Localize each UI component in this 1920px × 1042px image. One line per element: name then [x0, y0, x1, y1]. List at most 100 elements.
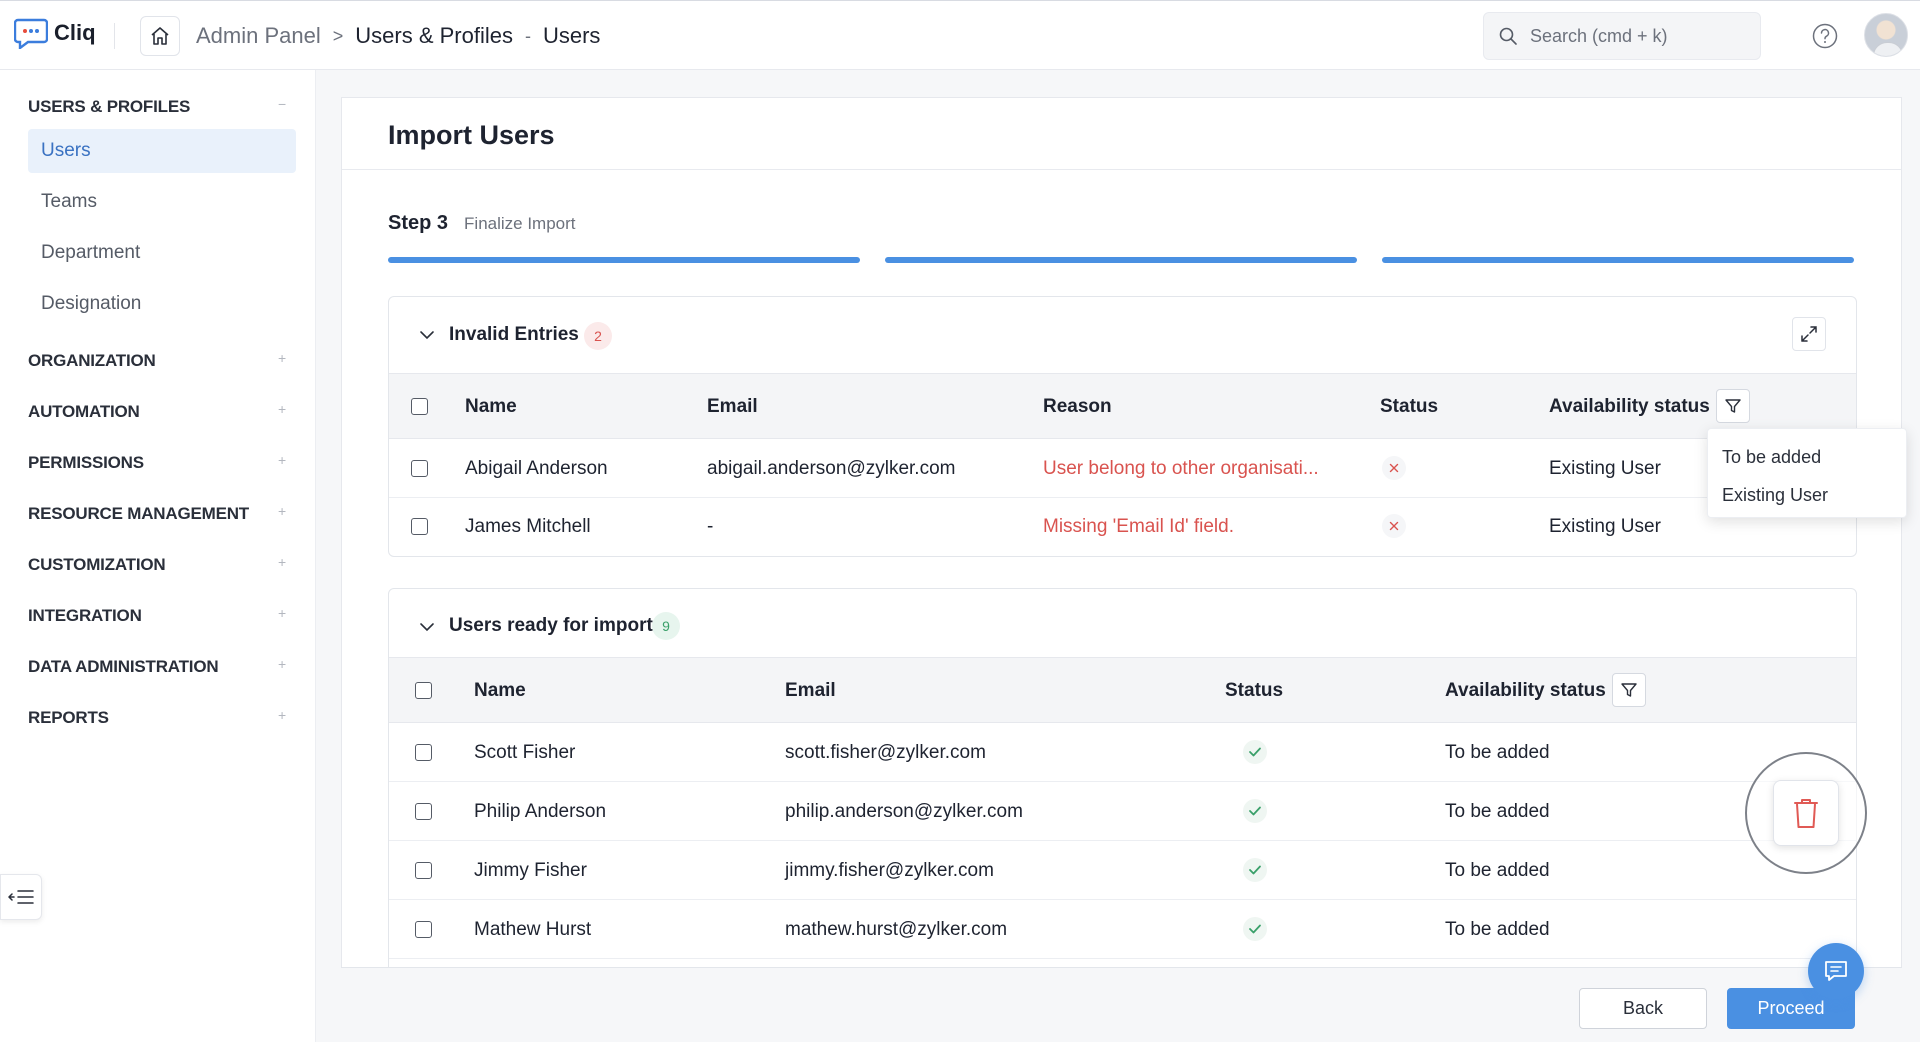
breadcrumb-page: Users — [542, 23, 601, 48]
row-checkbox[interactable] — [411, 460, 428, 477]
row-checkbox[interactable] — [415, 862, 432, 879]
expand-toggle[interactable]: + — [278, 605, 286, 621]
breadcrumb-section[interactable]: Users & Profiles — [355, 23, 513, 49]
sidebar-section-customization[interactable]: CUSTOMIZATION — [28, 555, 166, 575]
search-box[interactable] — [1483, 12, 1761, 60]
back-button[interactable]: Back — [1579, 988, 1707, 1029]
select-all-checkbox[interactable] — [415, 682, 432, 699]
expand-button[interactable] — [1792, 317, 1826, 351]
table-row[interactable]: Philip Anderson philip.anderson@zylker.c… — [389, 783, 1856, 841]
row-email: scott.fisher@zylker.com — [785, 742, 986, 763]
success-check-icon — [1243, 740, 1267, 764]
row-name: James Mitchell — [465, 516, 591, 537]
breadcrumb-admin-panel[interactable]: Admin Panel — [196, 23, 321, 49]
sidebar-section-resource-management[interactable]: RESOURCE MANAGEMENT — [28, 504, 249, 524]
delete-highlight-ring — [1745, 752, 1867, 874]
progress-segment-2 — [885, 257, 1357, 263]
sidebar-item-teams[interactable]: Teams — [28, 180, 296, 224]
expand-toggle[interactable]: + — [278, 452, 286, 468]
ready-count-badge: 9 — [652, 612, 680, 640]
ready-for-import-title: Users ready for import — [449, 615, 653, 636]
filter-option-to-be-added[interactable]: To be added — [1708, 441, 1906, 479]
help-button[interactable] — [1812, 23, 1838, 54]
table-row[interactable]: Mathew Hurst mathew.hurst@zylker.com To … — [389, 901, 1856, 959]
sidebar-section-reports[interactable]: REPORTS — [28, 708, 109, 728]
column-header-availability[interactable]: Availability status — [1445, 680, 1606, 702]
collapse-toggle[interactable]: − — [278, 96, 286, 112]
column-header-reason[interactable]: Reason — [1043, 396, 1112, 418]
availability-filter-button[interactable] — [1716, 389, 1750, 423]
import-users-card: Import Users Step 3 Finalize Import Inva… — [341, 97, 1902, 1042]
chat-button[interactable] — [1808, 943, 1864, 999]
column-header-status[interactable]: Status — [1225, 680, 1283, 702]
error-x-icon — [1382, 514, 1406, 538]
chevron-down-icon[interactable] — [419, 622, 435, 632]
collapse-sidebar-button[interactable] — [0, 874, 42, 920]
column-header-name[interactable]: Name — [465, 396, 517, 418]
sidebar-section-integration[interactable]: INTEGRATION — [28, 606, 142, 626]
sidebar-section-users-profiles[interactable]: USERS & PROFILES — [28, 97, 190, 117]
table-header: Name Email Status Availability status — [389, 657, 1856, 723]
delete-button[interactable] — [1773, 780, 1839, 846]
sidebar-section-organization[interactable]: ORGANIZATION — [28, 351, 156, 371]
avatar[interactable] — [1864, 13, 1908, 57]
expand-toggle[interactable]: + — [278, 656, 286, 672]
step-indicator: Step 3 Finalize Import — [388, 212, 576, 235]
row-checkbox[interactable] — [415, 744, 432, 761]
table-row[interactable]: Scott Fisher scott.fisher@zylker.com To … — [389, 724, 1856, 782]
column-header-name[interactable]: Name — [474, 680, 526, 702]
sidebar-section-permissions[interactable]: PERMISSIONS — [28, 453, 144, 473]
column-header-email[interactable]: Email — [707, 396, 758, 418]
column-header-status[interactable]: Status — [1380, 396, 1438, 418]
expand-toggle[interactable]: + — [278, 350, 286, 366]
row-reason: Missing 'Email Id' field. — [1043, 516, 1234, 537]
table-row[interactable]: Abigail Anderson abigail.anderson@zylker… — [389, 440, 1856, 498]
trash-icon — [1794, 799, 1818, 828]
expand-toggle[interactable]: + — [278, 707, 286, 723]
home-button[interactable] — [140, 16, 180, 56]
column-header-availability[interactable]: Availability status — [1549, 396, 1710, 418]
row-checkbox[interactable] — [415, 803, 432, 820]
footer-bar: Back Proceed — [341, 967, 1902, 1042]
cliq-logo[interactable]: Cliq — [13, 17, 96, 51]
error-x-icon — [1382, 456, 1406, 480]
row-name: Jimmy Fisher — [474, 860, 587, 881]
breadcrumb-separator: > — [332, 25, 344, 46]
cliq-logo-icon — [13, 17, 49, 51]
breadcrumb-dash: - — [524, 25, 531, 46]
sidebar-item-designation[interactable]: Designation — [28, 282, 296, 326]
chevron-down-icon[interactable] — [419, 330, 435, 340]
column-header-email[interactable]: Email — [785, 680, 836, 702]
help-icon — [1812, 23, 1838, 49]
progress-segment-3 — [1382, 257, 1854, 263]
row-availability: To be added — [1445, 801, 1550, 822]
availability-filter-button[interactable] — [1612, 673, 1646, 707]
sidebar-item-users[interactable]: Users — [28, 129, 296, 173]
expand-toggle[interactable]: + — [278, 554, 286, 570]
step-description: Finalize Import — [464, 214, 576, 233]
table-row[interactable]: Jimmy Fisher jimmy.fisher@zylker.com To … — [389, 842, 1856, 900]
filter-icon — [1621, 683, 1637, 697]
row-name: Abigail Anderson — [465, 458, 608, 479]
divider — [114, 23, 115, 49]
sidebar-section-automation[interactable]: AUTOMATION — [28, 402, 140, 422]
select-all-checkbox[interactable] — [411, 398, 428, 415]
row-name: Mathew Hurst — [474, 919, 592, 940]
divider — [342, 169, 1901, 170]
table-row[interactable]: James Mitchell - Missing 'Email Id' fiel… — [389, 498, 1856, 556]
sidebar-item-department[interactable]: Department — [28, 231, 296, 275]
row-checkbox[interactable] — [415, 921, 432, 938]
row-reason: User belong to other organisati... — [1043, 458, 1319, 479]
expand-toggle[interactable]: + — [278, 503, 286, 519]
collapse-menu-icon — [8, 890, 34, 904]
row-availability: To be added — [1445, 860, 1550, 881]
search-input[interactable] — [1530, 25, 1730, 47]
sidebar: USERS & PROFILES − Users Teams Departmen… — [0, 70, 316, 1042]
row-checkbox[interactable] — [411, 518, 428, 535]
sidebar-section-data-administration[interactable]: DATA ADMINISTRATION — [28, 657, 219, 677]
expand-toggle[interactable]: + — [278, 401, 286, 417]
row-availability: Existing User — [1549, 516, 1661, 537]
row-availability: To be added — [1445, 742, 1550, 763]
top-bar: Cliq Admin Panel > Users & Profiles - Us… — [0, 0, 1920, 70]
filter-option-existing-user[interactable]: Existing User — [1708, 479, 1906, 517]
